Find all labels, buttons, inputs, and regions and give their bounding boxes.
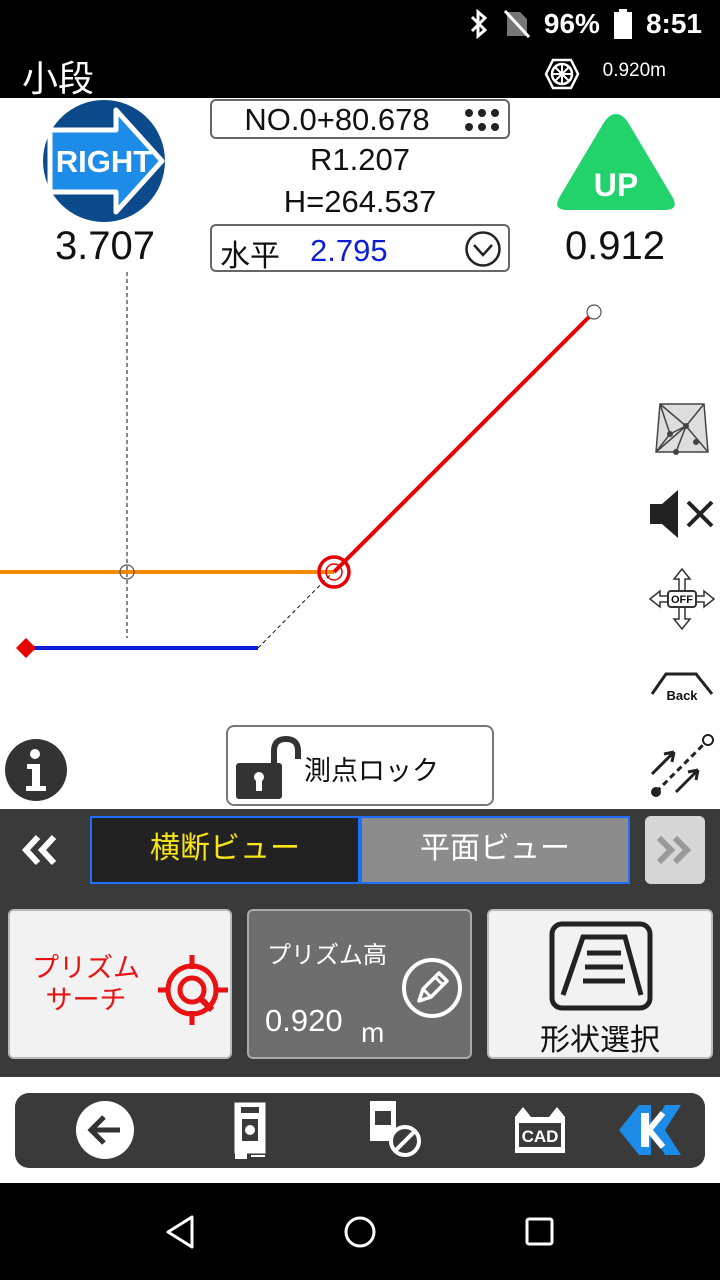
battery-percent: 96% [543,8,600,39]
move-off-label: OFF [671,594,693,606]
nav-recents-icon[interactable] [515,1207,565,1257]
prism-icon [544,58,580,90]
prism-height-value: 0.920 [265,1003,343,1038]
cross-section-canvas[interactable] [0,272,640,722]
back-arrow-icon[interactable] [70,1097,140,1163]
distance-mode-dropdown[interactable]: 水平 2.795 [210,224,510,274]
tab-plan-view[interactable]: 平面ビュー [360,816,630,884]
back-slope-icon[interactable]: Back [646,656,718,716]
slope-line-red [332,310,596,574]
up-direction-icon: UP [557,114,675,210]
nav-back-icon[interactable] [156,1207,206,1257]
stakeout-line-icon[interactable] [646,730,718,800]
distance-mode-value: 2.795 [310,233,388,268]
prism-search-label: プリズム サーチ [32,953,140,1016]
prism-height-label: プリズム高 [267,941,387,969]
tab-cross-section[interactable]: 横断ビュー [90,816,360,884]
prism-height-button[interactable]: プリズム高 0.920 m [247,909,472,1059]
action-panel: プリズム サーチ プリズム高 0.920 m 形状選択 [0,891,720,1077]
unlock-icon [236,735,301,799]
sound-off-icon[interactable] [646,484,718,544]
view-tab-bar: 横断ビュー 平面ビュー [0,809,720,891]
shape-select-label: 形状選択 [540,1023,660,1058]
elevation-value: H=264.537 [283,184,437,219]
height-diff-value: 0.912 [564,224,666,268]
chevron-double-left-icon[interactable] [14,821,76,879]
distance-mode-label: 水平 [220,239,280,274]
title-bar: 小段 0.920m [0,48,720,100]
end-point-marker [586,304,602,320]
station-selector[interactable]: NO.0+80.678 [210,99,510,139]
prism-search-button[interactable]: プリズム サーチ [8,909,232,1059]
total-station-icon[interactable] [215,1097,285,1163]
chevron-down-icon [465,231,501,267]
system-nav-bar [0,1183,720,1280]
right-direction-label: RIGHT [56,144,153,179]
cad-label: CAD [522,1127,559,1146]
no-sim-icon [503,9,530,39]
point-lock-button[interactable]: 測点ロック [226,725,494,806]
page-title: 小段 [22,59,95,100]
bottom-app-bar: CAD [15,1093,705,1168]
bluetooth-icon [470,9,488,39]
disconnect-instrument-icon[interactable] [360,1097,430,1163]
more-dots-icon[interactable] [464,108,500,132]
move-off-icon[interactable]: OFF [646,565,718,633]
up-direction-label: UP [594,167,638,203]
start-point-marker [16,638,36,658]
cad-icon[interactable]: CAD [505,1097,575,1163]
station-number: NO.0+80.678 [244,102,430,137]
nav-home-icon[interactable] [335,1207,385,1257]
prism-height-unit: m [361,1017,385,1048]
chevron-double-right-icon[interactable] [645,816,705,884]
radius-value: R1.207 [310,142,410,177]
target-search-icon [158,955,228,1025]
road-shape-icon [549,921,653,1011]
edit-pencil-icon [402,958,462,1018]
point-lock-label: 測点ロック [304,756,439,787]
tin-mesh-icon[interactable] [646,398,718,458]
k-logo-icon[interactable] [615,1097,685,1163]
battery-icon [613,9,632,39]
offset-value: 3.707 [54,224,156,268]
shape-select-button[interactable]: 形状選択 [487,909,713,1059]
clock: 8:51 [645,8,702,39]
info-icon[interactable] [4,738,68,802]
back-slope-label: Back [666,688,698,703]
prism-height-readout: 0.920m [602,60,666,81]
status-bar: 96% 8:51 [0,0,720,48]
right-direction-icon: RIGHT [43,100,165,222]
